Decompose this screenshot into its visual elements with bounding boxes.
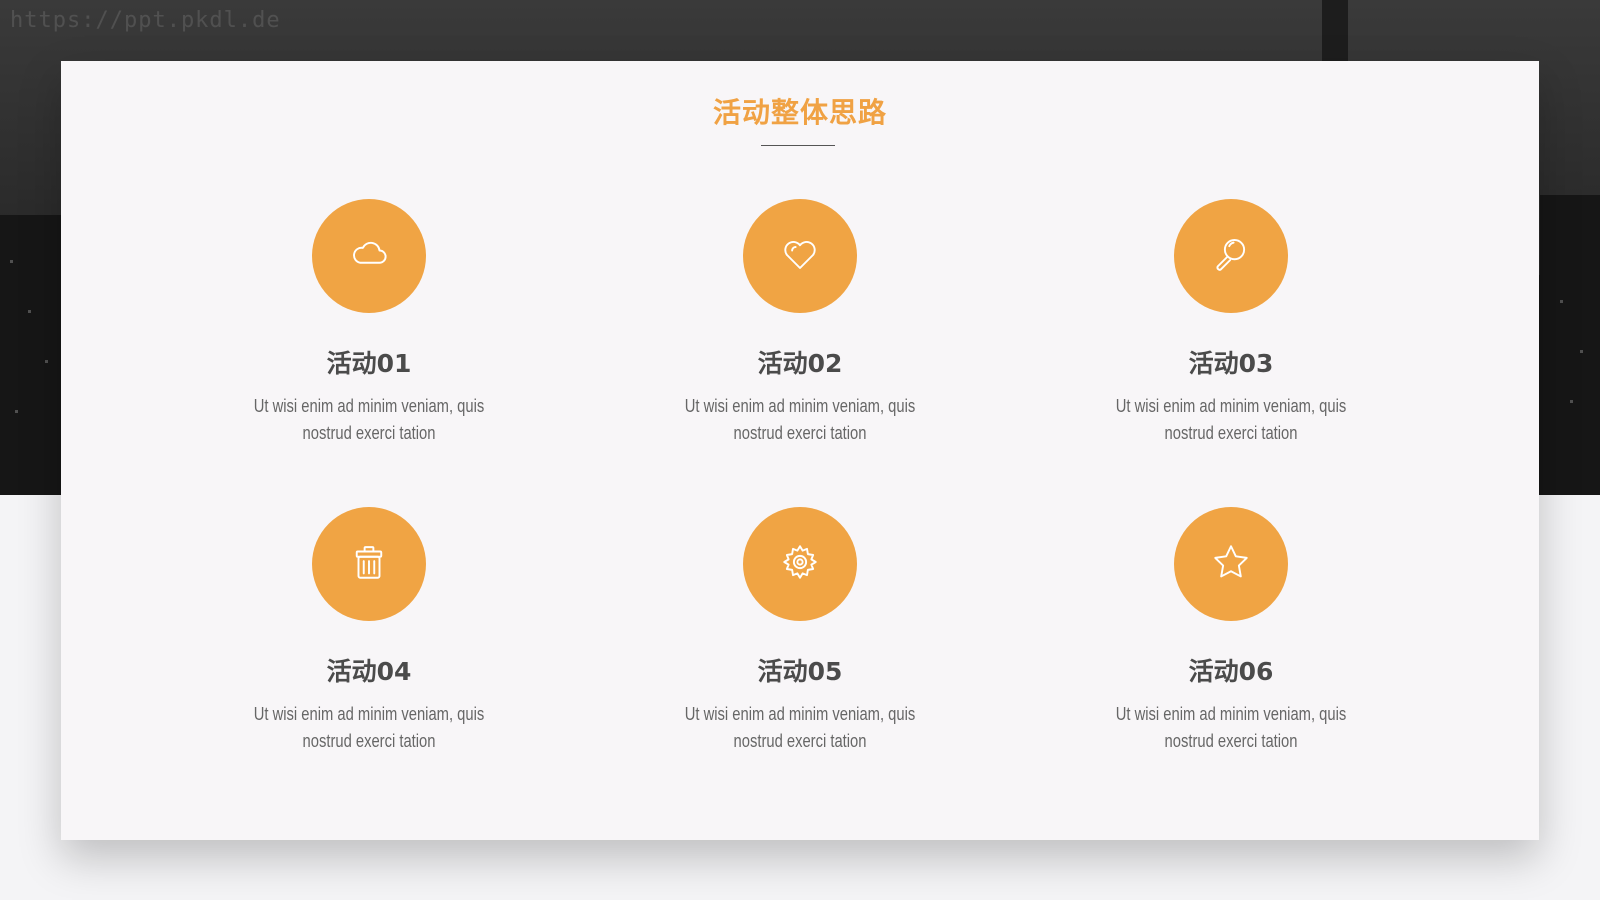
activity-description: Ut wisi enim ad minim veniam, quis nostr… [684, 704, 916, 751]
background-building [0, 215, 70, 495]
background-light [1580, 350, 1583, 353]
activity-title: 活动06 [1188, 657, 1274, 686]
activity-title: 活动05 [757, 657, 843, 686]
page-title: 活动整体思路 [712, 96, 887, 129]
gear-icon [779, 541, 821, 587]
icon-circle [743, 199, 857, 313]
trash-icon [348, 541, 390, 587]
icon-circle [1174, 507, 1288, 621]
activity-description: Ut wisi enim ad minim veniam, quis nostr… [1115, 396, 1347, 443]
activity-title: 活动03 [1188, 349, 1274, 378]
watermark: https://ppt.pkdl.de [10, 8, 281, 33]
background-light [1570, 400, 1573, 403]
activity-item-01: 活动01 Ut wisi enim ad minim veniam, quis … [219, 199, 519, 447]
background-light [28, 310, 31, 313]
title-underline [761, 145, 835, 146]
activity-description: Ut wisi enim ad minim veniam, quis nostr… [253, 396, 485, 443]
activity-description: Ut wisi enim ad minim veniam, quis nostr… [253, 704, 485, 751]
cloud-icon [348, 233, 390, 279]
activity-item-02: 活动02 Ut wisi enim ad minim veniam, quis … [650, 199, 950, 447]
activity-description: Ut wisi enim ad minim veniam, quis nostr… [684, 396, 916, 443]
icon-circle [312, 199, 426, 313]
activity-title: 活动02 [757, 349, 843, 378]
activity-item-04: 活动04 Ut wisi enim ad minim veniam, quis … [219, 507, 519, 755]
icon-circle [743, 507, 857, 621]
content-card: 活动整体思路 活动01 Ut wisi enim ad minim veniam… [61, 61, 1539, 840]
activity-item-06: 活动06 Ut wisi enim ad minim veniam, quis … [1081, 507, 1381, 755]
activity-title: 活动04 [326, 657, 412, 686]
search-icon [1210, 233, 1252, 279]
activity-item-05: 活动05 Ut wisi enim ad minim veniam, quis … [650, 507, 950, 755]
activity-item-03: 活动03 Ut wisi enim ad minim veniam, quis … [1081, 199, 1381, 447]
background-building [1540, 195, 1600, 495]
activity-title: 活动01 [326, 349, 412, 378]
background-light [15, 410, 18, 413]
background-light [10, 260, 13, 263]
heart-icon [779, 233, 821, 279]
star-icon [1210, 541, 1252, 587]
background-spire [1322, 0, 1348, 64]
activity-description: Ut wisi enim ad minim veniam, quis nostr… [1115, 704, 1347, 751]
icon-circle [1174, 199, 1288, 313]
icon-circle [312, 507, 426, 621]
background-light [1560, 300, 1563, 303]
background-light [45, 360, 48, 363]
